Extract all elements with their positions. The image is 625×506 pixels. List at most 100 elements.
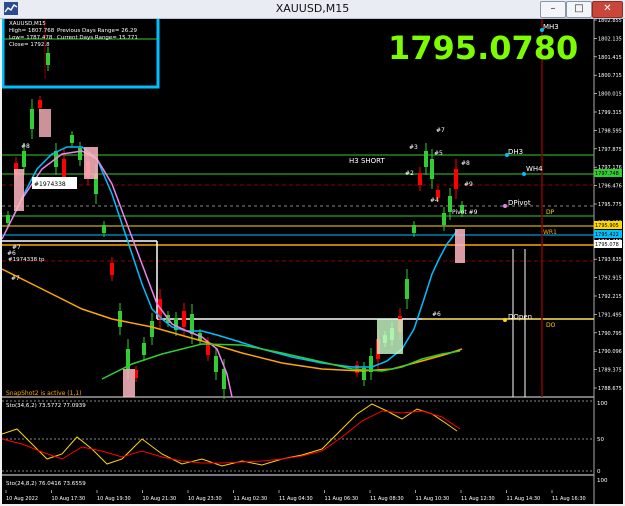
price-axis-tags: 1797.748 1795.905 1795.422 1795.078 bbox=[594, 169, 622, 248]
time-tick: 11 Aug 08:30 bbox=[370, 496, 404, 502]
box-zone-3 bbox=[84, 147, 98, 179]
price-tick: 1790.096 bbox=[598, 349, 622, 355]
price-tick: 1795.775 bbox=[598, 202, 622, 208]
candle-body bbox=[62, 159, 66, 179]
price-axis: 1802.855 1802.135 1801.415 1800.715 1800.015… bbox=[594, 19, 622, 392]
price-tag: 1795.422 bbox=[595, 232, 619, 238]
box-zone-1 bbox=[14, 169, 24, 211]
candle-body bbox=[46, 53, 50, 65]
svg-text:#6: #6 bbox=[432, 311, 441, 318]
candle-body bbox=[214, 356, 218, 372]
window-titlebar: XAUUSD,M15 – □ ✕ bbox=[0, 0, 625, 19]
sto1-axis-100: 100 bbox=[597, 401, 608, 407]
candle-body bbox=[22, 151, 26, 167]
candle-body bbox=[150, 321, 154, 337]
svg-text:#5: #5 bbox=[434, 150, 443, 157]
svg-text:#4: #4 bbox=[430, 197, 439, 204]
svg-text:#8: #8 bbox=[461, 160, 470, 167]
close-button[interactable]: ✕ bbox=[592, 1, 623, 18]
price-tick: 1799.315 bbox=[598, 110, 622, 116]
candle-body bbox=[412, 225, 416, 233]
time-tick: 10 Aug 17:30 bbox=[52, 496, 86, 502]
info-prev-range: Previous Days Range= 26.29 bbox=[57, 28, 138, 34]
time-tick: 11 Aug 06:30 bbox=[325, 496, 359, 502]
label-h3-short: H3 SHORT bbox=[349, 157, 386, 165]
price-tick: 1789.375 bbox=[598, 368, 622, 374]
svg-text:#7: #7 bbox=[436, 127, 445, 134]
candle-body bbox=[38, 100, 42, 108]
time-axis: 10 Aug 2022 10 Aug 17:30 10 Aug 19:30 10 Au… bbox=[5, 490, 586, 502]
window-title: XAUUSD,M15 bbox=[275, 2, 350, 15]
label-pivot9: Pivot #9 bbox=[452, 209, 478, 216]
svg-text:#3: #3 bbox=[409, 144, 418, 151]
box-zone-4 bbox=[377, 319, 403, 354]
price-tick: 1796.476 bbox=[598, 184, 622, 190]
price-tag: 1795.905 bbox=[595, 223, 619, 229]
time-tick: 10 Aug 23:30 bbox=[188, 496, 222, 502]
label-tp: #1974338 tp bbox=[8, 257, 45, 263]
label-dpivot: DPivot bbox=[508, 199, 531, 207]
candle-body bbox=[405, 279, 409, 299]
time-tick: 11 Aug 10:30 bbox=[416, 496, 450, 502]
info-low: Low= 1787.478 bbox=[9, 35, 53, 41]
price-tick: 1793.635 bbox=[598, 257, 622, 263]
sto1-axis-50: 50 bbox=[597, 437, 604, 443]
info-high: High= 1807.768 bbox=[9, 28, 55, 34]
price-tick: 1798.595 bbox=[598, 128, 622, 134]
trade-box-label: #1974338 bbox=[34, 181, 66, 188]
svg-text:#7: #7 bbox=[11, 275, 20, 282]
candle-body bbox=[30, 109, 34, 129]
price-tag: 1797.748 bbox=[595, 171, 619, 177]
svg-text:#9: #9 bbox=[464, 181, 473, 188]
candle-body bbox=[118, 311, 122, 327]
sto2-axis-100: 100 bbox=[597, 478, 608, 484]
price-tick: 1801.415 bbox=[598, 55, 622, 61]
label-do: DO bbox=[546, 322, 556, 329]
box-zone-5 bbox=[455, 229, 465, 263]
candle-body bbox=[70, 135, 74, 143]
price-tick: 1792.915 bbox=[598, 276, 622, 282]
label-wr1: WR1 bbox=[543, 229, 557, 236]
svg-text:#2: #2 bbox=[405, 170, 414, 177]
box-zone-6 bbox=[123, 369, 135, 397]
info-cur-range: Current Days Range= 15.771 bbox=[57, 35, 138, 41]
candle-body bbox=[182, 311, 186, 327]
sto1-axis-0: 0 bbox=[597, 469, 601, 475]
price-tick: 1788.675 bbox=[598, 386, 622, 392]
candle-body bbox=[454, 169, 458, 189]
price-tick: 1802.855 bbox=[598, 19, 622, 24]
big-price-display: 1795.0780 bbox=[388, 29, 578, 67]
minimize-button[interactable]: – bbox=[540, 1, 566, 18]
candle-body bbox=[6, 215, 10, 223]
price-chart[interactable]: #1974338 1795.0780 XAUUSD,M15 High= 1807… bbox=[2, 19, 623, 504]
order-markers: #8 #7 #7 #7 #3 #2 #5 #4 #9 #8 #6 #6 bbox=[7, 127, 473, 318]
time-tick: 11 Aug 02:30 bbox=[234, 496, 268, 502]
box-zone-2 bbox=[39, 109, 51, 137]
price-tick: 1802.135 bbox=[598, 36, 622, 42]
candle-body bbox=[110, 263, 114, 275]
level-lines bbox=[2, 19, 594, 397]
svg-text:#8: #8 bbox=[21, 143, 30, 150]
candle-body bbox=[442, 213, 446, 225]
time-tick: 11 Aug 12:30 bbox=[461, 496, 495, 502]
label-dh3: DH3 bbox=[508, 148, 523, 156]
price-tick: 1792.215 bbox=[598, 294, 622, 300]
time-tick: 11 Aug 04:30 bbox=[279, 496, 313, 502]
candle-body bbox=[142, 343, 146, 355]
sto2-title: Sto(24,8,2) 76.0416 73.6559 bbox=[6, 481, 86, 487]
time-tick: 11 Aug 16:30 bbox=[552, 496, 586, 502]
candle-body bbox=[430, 159, 434, 179]
label-mh3: MH3 bbox=[543, 23, 559, 31]
maximize-button[interactable]: □ bbox=[566, 1, 592, 18]
time-tick: 10 Aug 2022 bbox=[6, 496, 38, 502]
chart-window[interactable]: #1974338 1795.0780 XAUUSD,M15 High= 1807… bbox=[2, 19, 623, 504]
stochastic-subwindow-1: Sto(34,6,2) 73.5772 77.0939 bbox=[2, 400, 594, 472]
price-tick: 1791.495 bbox=[598, 312, 622, 318]
candle-body bbox=[418, 173, 422, 185]
info-close: Close= 1792.8 bbox=[9, 42, 50, 48]
time-tick: 11 Aug 14:30 bbox=[507, 496, 541, 502]
price-tick: 1800.715 bbox=[598, 73, 622, 79]
time-tick: 10 Aug 19:30 bbox=[97, 496, 131, 502]
price-tick: 1800.015 bbox=[598, 92, 622, 98]
sto1-title: Sto(34,6,2) 73.5772 77.0939 bbox=[6, 403, 86, 409]
